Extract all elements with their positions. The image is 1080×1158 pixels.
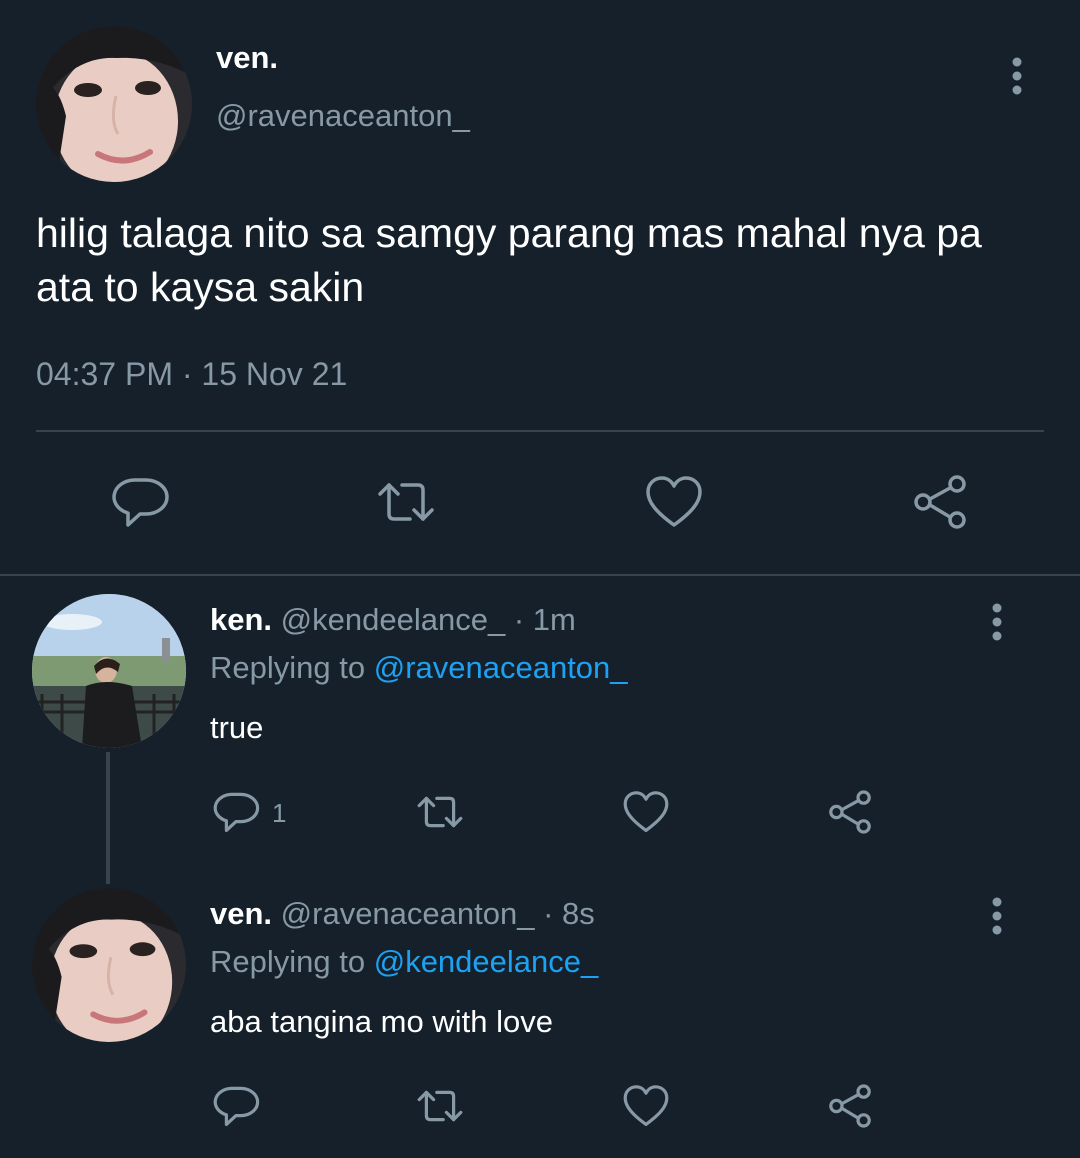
reply-icon[interactable] [212,1082,260,1130]
tweet-text: hilig talaga nito sa samgy parang mas ma… [36,210,982,310]
mention-link[interactable]: @ravenaceanton_ [374,650,628,685]
tweet-text: aba tangina mo with love [210,1004,553,1039]
thread-connector [106,752,110,884]
avatar[interactable] [32,888,186,1042]
user-handle[interactable]: @ravenaceanton_ [216,98,470,134]
reply-icon[interactable] [212,788,260,836]
tweet-date[interactable]: 15 Nov 21 [201,356,347,392]
meta-separator: · [181,356,193,392]
time-ago: 8s [562,896,595,931]
share-icon[interactable] [826,788,874,836]
tweet-text: true [210,710,264,745]
meta-separator: · [513,602,525,637]
avatar-photo [32,594,186,748]
tweet-timestamp: 04:37 PM · 15 Nov 21 [36,356,347,393]
like-icon[interactable] [622,1082,670,1130]
more-options-icon[interactable] [982,600,1012,644]
share-icon[interactable] [910,472,970,532]
meta-separator: · [543,896,554,931]
replying-label: Replying to [210,650,366,685]
retweet-icon[interactable] [416,788,464,836]
reply-icon[interactable] [110,472,170,532]
like-icon[interactable] [622,788,670,836]
avatar-photo [32,888,186,1042]
divider [0,574,1080,576]
mention-link[interactable]: @kendeelance_ [374,944,599,979]
user-handle[interactable]: @kendeelance_ [281,602,506,637]
reply-header: ven. @ravenaceanton_ · 8s [210,896,595,932]
time-ago: 1m [532,602,576,637]
reply-count: 1 [272,798,287,828]
reply-header: ken. @kendeelance_ · 1m [210,602,576,638]
share-icon[interactable] [826,1082,874,1130]
replying-label: Replying to [210,944,366,979]
more-options-icon[interactable] [982,894,1012,938]
avatar[interactable] [32,594,186,748]
tweet-time: 04:37 PM [36,356,173,392]
like-icon[interactable] [644,472,704,532]
display-name[interactable]: ken. [210,602,272,637]
avatar-photo [36,26,192,182]
divider [36,430,1044,432]
retweet-icon[interactable] [416,1082,464,1130]
display-name[interactable]: ven. [216,40,278,76]
display-name[interactable]: ven. [210,896,272,931]
tweet-thread-screen: ven. @ravenaceanton_ hilig talaga nito s… [0,0,1080,1158]
avatar[interactable] [36,26,192,182]
retweet-icon[interactable] [376,472,436,532]
replying-to: Replying to @kendeelance_ [210,944,598,980]
user-handle[interactable]: @ravenaceanton_ [281,896,535,931]
replying-to: Replying to @ravenaceanton_ [210,650,628,686]
more-options-icon[interactable] [1000,54,1034,98]
